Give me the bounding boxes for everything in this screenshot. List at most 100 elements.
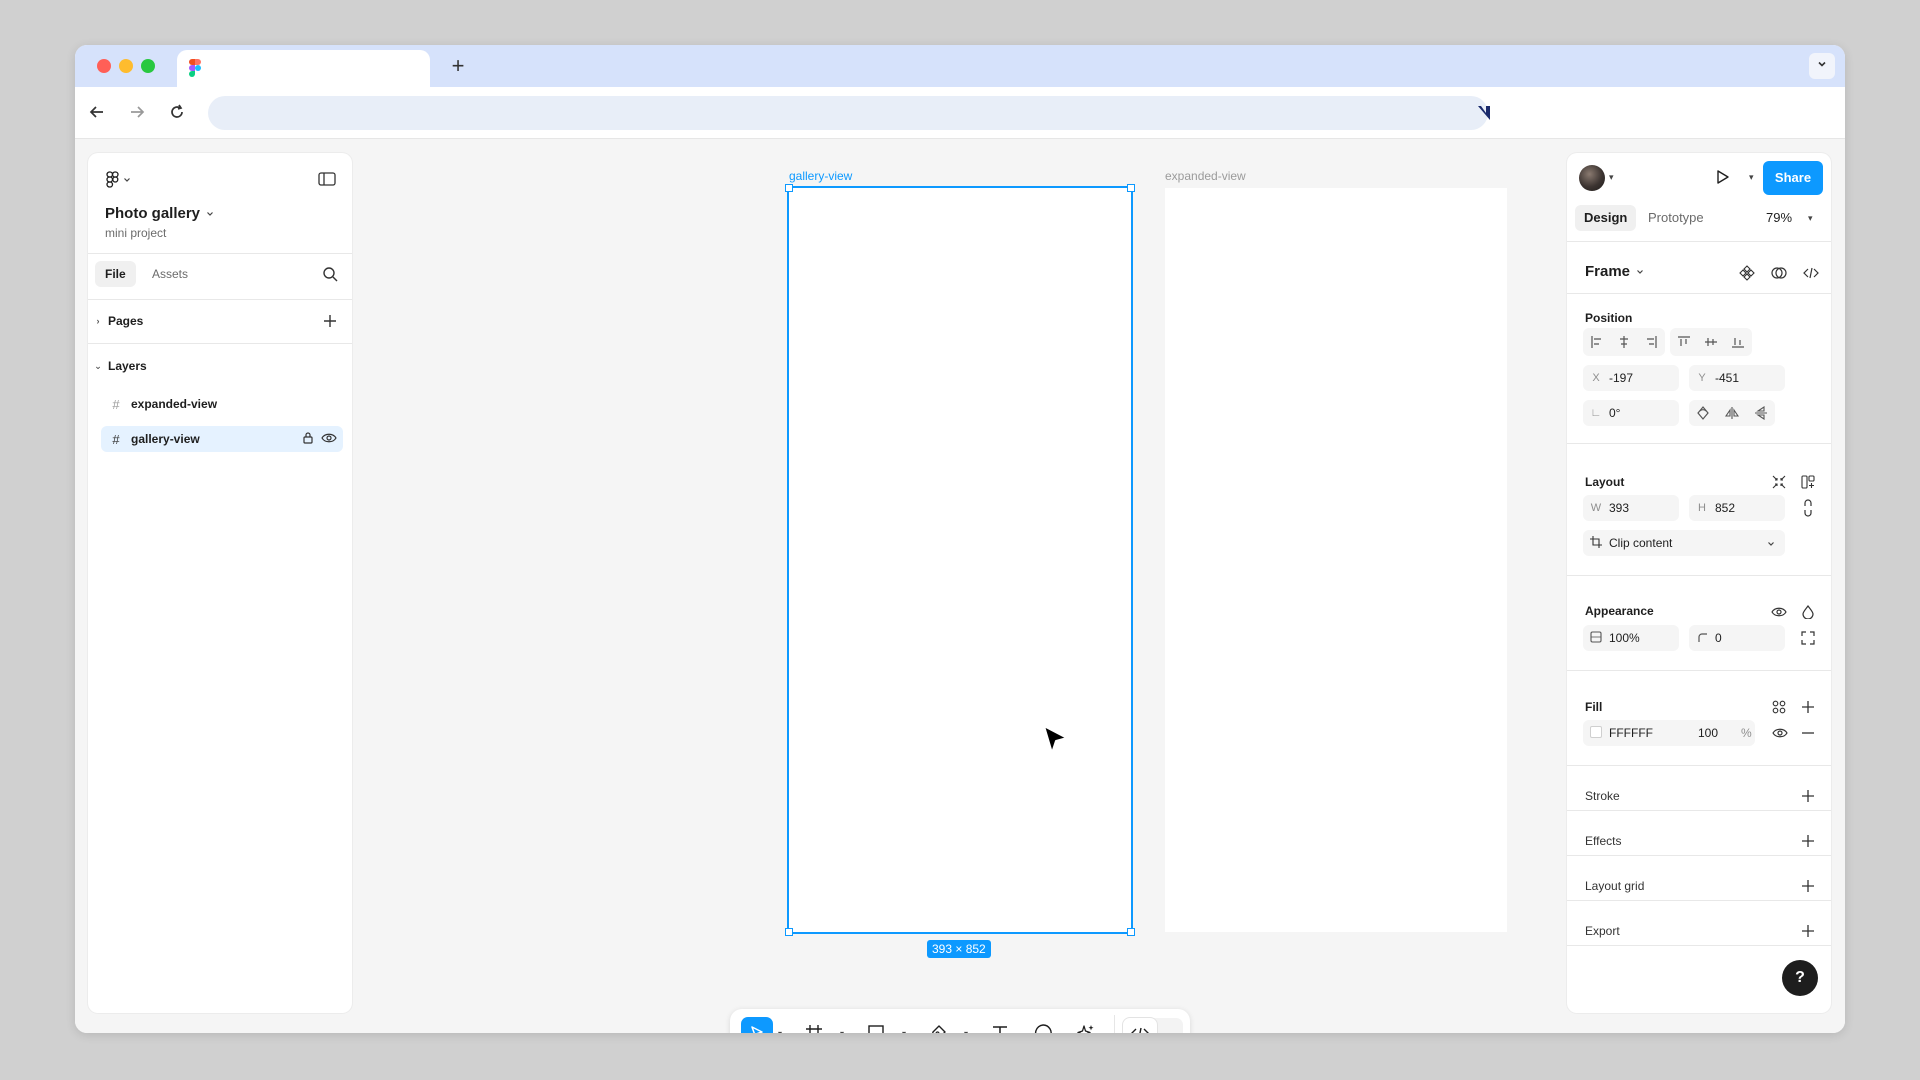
help-button[interactable]: ? [1782,960,1818,996]
shape-tool-options[interactable]: ▾ [902,1029,906,1033]
pages-section-toggle[interactable]: › Pages [92,310,144,332]
toggle-sidebar-button[interactable] [318,171,336,192]
pen-tool[interactable] [924,1017,952,1033]
resize-handle-top-left[interactable] [785,184,793,192]
rotation-field[interactable]: ∟ 0° [1583,400,1679,426]
toggle-visibility-button[interactable] [1768,601,1790,623]
add-effect-button[interactable] [1797,830,1819,852]
frame-type-dropdown[interactable]: Frame [1585,263,1644,280]
x-position-field[interactable]: X -197 [1583,365,1679,391]
figma-editor: Photo gallery mini project File Assets ›… [75,139,1845,1033]
zoom-chevron-icon[interactable]: ▾ [1808,205,1813,231]
add-fill-button[interactable] [1797,696,1819,718]
plus-icon [1802,880,1814,892]
flip-horizontal-icon[interactable] [1724,406,1739,420]
align-top-icon[interactable] [1677,335,1691,349]
stroke-section-title[interactable]: Stroke [1585,789,1620,803]
auto-layout-button[interactable] [1797,471,1819,493]
remove-fill-button[interactable] [1797,722,1819,744]
layers-section-toggle[interactable]: ⌄ Layers [92,355,146,377]
corner-radius-field[interactable]: 0 [1689,625,1785,651]
flip-vertical-icon[interactable] [1754,406,1768,420]
resize-handle-top-right[interactable] [1127,184,1135,192]
add-stroke-button[interactable] [1797,785,1819,807]
align-right-icon[interactable] [1644,335,1658,349]
mouse-cursor-icon [1043,725,1068,754]
project-name[interactable]: Photo gallery [105,205,214,222]
align-center-vertical-icon[interactable] [1704,335,1718,349]
pen-tool-options[interactable]: ▾ [964,1029,968,1033]
align-bottom-icon[interactable] [1731,335,1745,349]
layer-gallery-view[interactable]: # gallery-view [101,426,343,452]
share-button[interactable]: Share [1763,161,1823,195]
dev-mode-toggle[interactable] [1123,1018,1183,1033]
lock-icon[interactable] [301,431,315,445]
search-button[interactable] [322,266,338,287]
text-tool[interactable] [986,1017,1014,1033]
zoom-level[interactable]: 79% [1766,205,1792,231]
address-bar[interactable] [208,96,1488,130]
frame-label-expanded-view[interactable]: expanded-view [1165,169,1246,183]
component-icon[interactable] [1739,265,1755,281]
constrain-proportions-button[interactable] [1797,497,1819,519]
fill-visibility-button[interactable] [1769,722,1791,744]
width-field[interactable]: W 393 [1583,495,1679,521]
mask-icon[interactable] [1771,265,1787,281]
color-swatch[interactable] [1583,725,1609,741]
height-field[interactable]: H 852 [1689,495,1785,521]
clip-content-dropdown[interactable]: Clip content [1583,530,1785,556]
frame-tool-options[interactable]: ▾ [840,1029,844,1033]
align-left-icon[interactable] [1590,335,1604,349]
frame-gallery-view[interactable] [787,186,1133,934]
y-position-field[interactable]: Y -451 [1689,365,1785,391]
frame-label-gallery-view[interactable]: gallery-view [789,169,852,183]
resize-handle-bottom-left[interactable] [785,928,793,936]
extension-icon[interactable] [1475,104,1493,122]
add-page-button[interactable] [322,313,338,329]
dev-mode-button[interactable] [1123,1018,1157,1033]
move-tool-options[interactable]: ▾ [778,1029,782,1033]
back-button[interactable] [85,100,109,124]
effects-section-title[interactable]: Effects [1585,834,1621,848]
move-tool[interactable] [741,1017,773,1033]
layer-expanded-view[interactable]: # expanded-view [101,391,343,417]
present-button[interactable] [1714,169,1730,190]
rotate-icon[interactable] [1696,406,1710,420]
resize-to-fit-button[interactable] [1768,471,1790,493]
reload-button[interactable] [165,100,189,124]
main-menu-button[interactable] [106,171,131,189]
add-export-button[interactable] [1797,920,1819,942]
layout-grid-section-title[interactable]: Layout grid [1585,879,1644,893]
tab-menu-button[interactable] [1809,53,1835,79]
tab-assets[interactable]: Assets [142,261,198,287]
maximize-window-button[interactable] [141,59,155,73]
shape-tool[interactable] [862,1017,890,1033]
actions-tool[interactable] [1072,1017,1100,1033]
tab-prototype[interactable]: Prototype [1639,205,1713,231]
code-icon[interactable] [1803,265,1819,281]
export-section-title[interactable]: Export [1585,924,1620,938]
tab-design[interactable]: Design [1575,205,1637,231]
resize-handle-bottom-right[interactable] [1127,928,1135,936]
fill-styles-button[interactable] [1768,696,1790,718]
independent-corners-button[interactable] [1797,627,1819,649]
tab-file[interactable]: File [95,261,136,287]
minimize-window-button[interactable] [119,59,133,73]
add-layout-grid-button[interactable] [1797,875,1819,897]
chevron-down-icon[interactable]: ▾ [1609,172,1614,183]
blend-mode-button[interactable] [1797,601,1819,623]
present-options-chevron-icon[interactable]: ▾ [1749,172,1754,183]
comment-tool[interactable] [1029,1017,1057,1033]
eye-icon[interactable] [321,431,337,445]
user-avatar[interactable] [1579,165,1605,191]
close-window-button[interactable] [97,59,111,73]
frame-expanded-view[interactable] [1165,188,1507,932]
align-center-horizontal-icon[interactable] [1617,335,1631,349]
w-label: W [1590,502,1602,514]
fill-color-field[interactable]: FFFFFF 100 % [1583,720,1755,746]
browser-tab-figma[interactable] [177,50,430,87]
opacity-field[interactable]: 100% [1583,625,1679,651]
new-tab-button[interactable]: + [445,53,471,79]
forward-button[interactable] [125,100,149,124]
frame-tool[interactable] [800,1017,828,1033]
